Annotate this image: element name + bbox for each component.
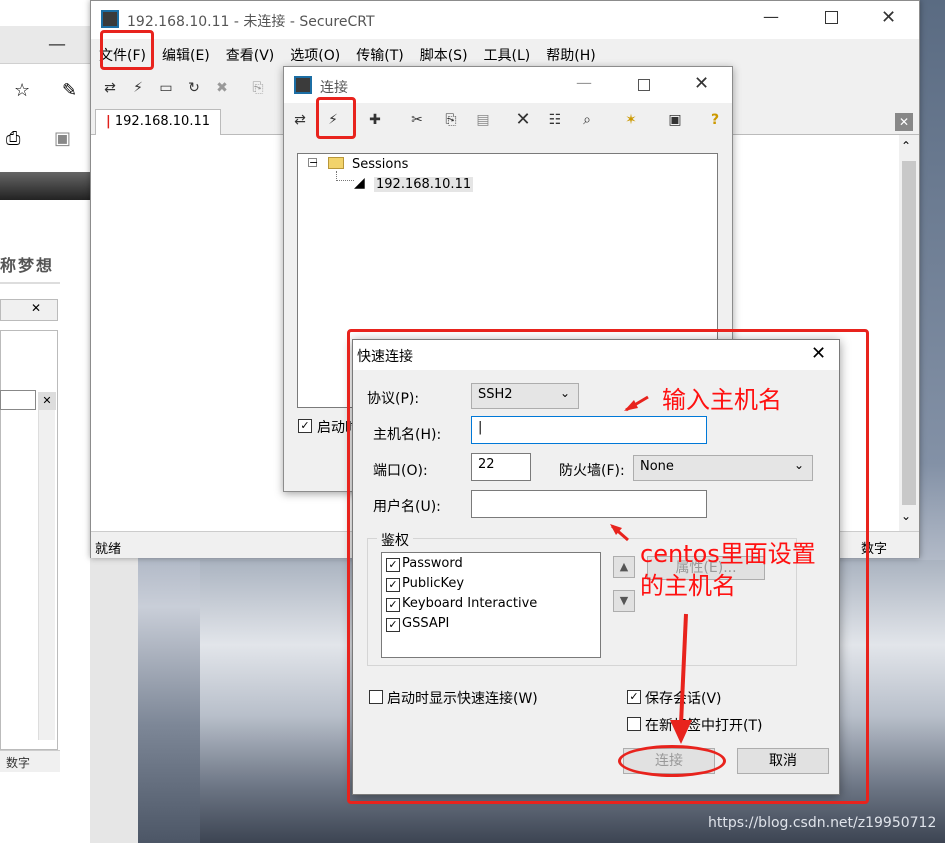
arrow-head (624, 400, 638, 411)
annotation-enter-hostname: 输入主机名 (662, 386, 782, 414)
watermark: https://blog.csdn.net/z19950712 (708, 815, 937, 831)
annotation-arrows (610, 395, 692, 744)
annotation-centos-line1: centos里面设置 (640, 540, 816, 568)
arrow-to-connect (679, 613, 688, 725)
annotation-centos-line2: 的主机名 (640, 572, 736, 600)
arrow-head (670, 720, 692, 744)
